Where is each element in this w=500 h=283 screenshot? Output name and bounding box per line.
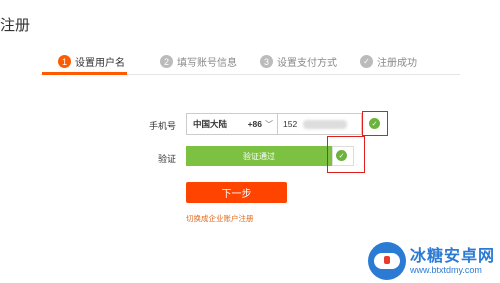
gamepad-logo-icon	[368, 242, 406, 280]
step-number-icon: 1	[58, 55, 71, 68]
step-label: 填写账号信息	[177, 58, 237, 69]
country-code: +86	[247, 119, 262, 129]
next-step-button[interactable]: 下一步	[186, 182, 287, 203]
step-fill-account-info: 2 填写账号信息	[160, 54, 237, 69]
step-set-payment: 3 设置支付方式	[260, 54, 337, 69]
verify-slider[interactable]: 验证通过	[186, 146, 332, 166]
active-step-indicator	[42, 72, 127, 75]
page-title: 注册	[0, 17, 31, 34]
enterprise-register-link[interactable]: 切换成企业账户注册	[186, 213, 254, 224]
phone-label: 手机号	[148, 121, 176, 131]
check-circle-icon: ✓	[369, 118, 380, 129]
step-number-icon: 3	[260, 55, 273, 68]
step-label: 设置用户名	[75, 58, 125, 69]
step-set-username: 1 设置用户名	[58, 54, 125, 69]
phone-input[interactable]: 152	[283, 119, 297, 129]
step-number-icon: 2	[160, 55, 173, 68]
chevron-down-icon: ﹀	[265, 119, 273, 129]
check-circle-icon: ✓	[336, 150, 347, 161]
verify-label: 验证	[157, 154, 176, 164]
step-label: 设置支付方式	[277, 58, 337, 69]
country-select[interactable]: 中国大陆 +86 ﹀	[187, 114, 278, 134]
watermark-url: www.btxtdmy.com	[410, 265, 482, 275]
check-icon: ✓	[360, 55, 373, 68]
step-registration-success: ✓ 注册成功	[360, 54, 417, 69]
registration-steps: 1 设置用户名 2 填写账号信息 3 设置支付方式 ✓ 注册成功	[40, 48, 460, 76]
phone-input-group: 中国大陆 +86 ﹀ 152	[186, 113, 362, 135]
country-name: 中国大陆	[193, 119, 228, 129]
step-label: 注册成功	[377, 58, 417, 69]
blurred-phone-digits	[303, 120, 347, 129]
watermark: 冰糖安卓网 www.btxtdmy.com	[368, 238, 500, 283]
watermark-title: 冰糖安卓网	[410, 248, 496, 265]
